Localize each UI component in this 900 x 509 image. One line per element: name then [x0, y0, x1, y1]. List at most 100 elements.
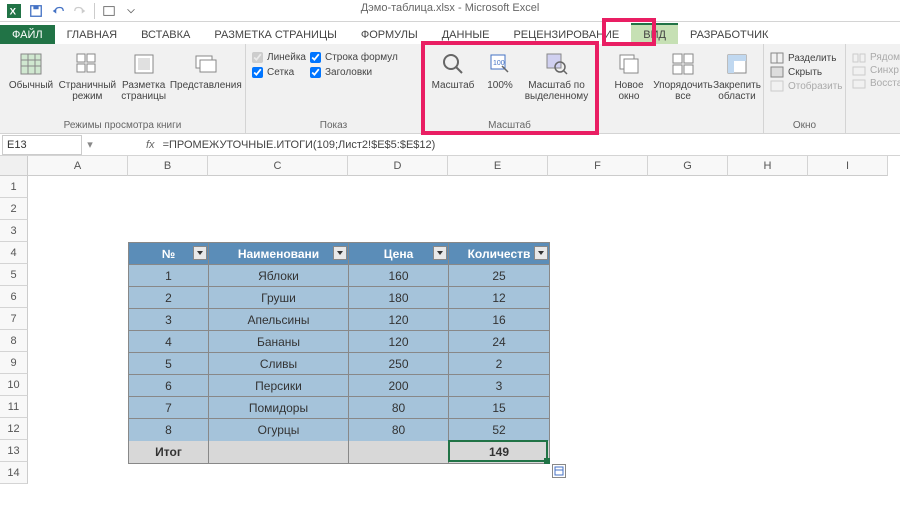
table-cell[interactable]: Огурцы: [209, 419, 349, 441]
table-cell[interactable]: 15: [449, 397, 549, 419]
table-cell[interactable]: 3: [129, 309, 209, 331]
name-dropdown-icon[interactable]: ▾: [82, 138, 98, 151]
grid-checkbox[interactable]: Сетка: [252, 67, 306, 78]
filter-dropdown-icon[interactable]: [193, 246, 207, 260]
arrange-all-button[interactable]: Упорядочить все: [658, 48, 708, 104]
row-header[interactable]: 5: [0, 264, 28, 286]
tab-layout[interactable]: РАЗМЕТКА СТРАНИЦЫ: [202, 25, 348, 44]
table-total-cell[interactable]: [209, 441, 349, 463]
table-cell[interactable]: 80: [349, 419, 449, 441]
page-layout-button[interactable]: Разметка страницы: [119, 48, 169, 104]
table-header[interactable]: Цена: [349, 243, 449, 265]
name-box[interactable]: E13: [2, 135, 82, 155]
row-header[interactable]: 4: [0, 242, 28, 264]
row-header[interactable]: 13: [0, 440, 28, 462]
table-cell[interactable]: Груши: [209, 287, 349, 309]
row-header[interactable]: 10: [0, 374, 28, 396]
zoom-button[interactable]: Масштаб: [428, 48, 478, 93]
save-icon[interactable]: [26, 2, 46, 20]
table-cell[interactable]: Помидоры: [209, 397, 349, 419]
tab-developer[interactable]: РАЗРАБОТЧИК: [678, 25, 780, 44]
formula-input[interactable]: =ПРОМЕЖУТОЧНЫЕ.ИТОГИ(109;Лист2!$E$5:$E$1…: [163, 139, 900, 151]
headers-checkbox[interactable]: Заголовки: [310, 67, 398, 78]
table-cell[interactable]: 6: [129, 375, 209, 397]
qat-dropdown-icon[interactable]: [121, 2, 141, 20]
column-header[interactable]: A: [28, 156, 128, 176]
table-cell[interactable]: 3: [449, 375, 549, 397]
table-cell[interactable]: Бананы: [209, 331, 349, 353]
row-header[interactable]: 14: [0, 462, 28, 484]
select-all-corner[interactable]: [0, 156, 28, 176]
tab-data[interactable]: ДАННЫЕ: [430, 25, 502, 44]
column-header[interactable]: I: [808, 156, 888, 176]
page-break-button[interactable]: Страничный режим: [60, 48, 115, 104]
table-cell[interactable]: 2: [129, 287, 209, 309]
redo-icon[interactable]: [70, 2, 90, 20]
table-header[interactable]: №: [129, 243, 209, 265]
table-cell[interactable]: 12: [449, 287, 549, 309]
formula-bar-checkbox[interactable]: Строка формул: [310, 52, 398, 63]
table-cell[interactable]: 4: [129, 331, 209, 353]
row-header[interactable]: 2: [0, 198, 28, 220]
tab-view[interactable]: ВИД: [631, 23, 678, 44]
table-header[interactable]: Наименовани: [209, 243, 349, 265]
table-cell[interactable]: Персики: [209, 375, 349, 397]
new-window-button[interactable]: Новое окно: [604, 48, 654, 104]
table-cell[interactable]: 7: [129, 397, 209, 419]
tab-home[interactable]: ГЛАВНАЯ: [55, 25, 129, 44]
tab-review[interactable]: РЕЦЕНЗИРОВАНИЕ: [501, 25, 631, 44]
table-cell[interactable]: 24: [449, 331, 549, 353]
table-cell[interactable]: 5: [129, 353, 209, 375]
undo-icon[interactable]: [48, 2, 68, 20]
freeze-panes-button[interactable]: Закрепить области: [712, 48, 762, 104]
zoom-100-button[interactable]: 100100%: [482, 48, 518, 93]
table-cell[interactable]: Апельсины: [209, 309, 349, 331]
column-header[interactable]: F: [548, 156, 648, 176]
table-cell[interactable]: 52: [449, 419, 549, 441]
table-cell[interactable]: 25: [449, 265, 549, 287]
hide-button[interactable]: Скрыть: [770, 66, 843, 78]
table-cell[interactable]: Сливы: [209, 353, 349, 375]
column-header[interactable]: G: [648, 156, 728, 176]
tab-formulas[interactable]: ФОРМУЛЫ: [349, 25, 430, 44]
excel-icon[interactable]: X: [4, 2, 24, 20]
row-header[interactable]: 12: [0, 418, 28, 440]
row-header[interactable]: 11: [0, 396, 28, 418]
table-total-cell[interactable]: [349, 441, 449, 463]
split-button[interactable]: Разделить: [770, 52, 843, 64]
table-cell[interactable]: 2: [449, 353, 549, 375]
smart-tag-icon[interactable]: [552, 464, 566, 478]
table-cell[interactable]: 200: [349, 375, 449, 397]
zoom-selection-button[interactable]: Масштаб по выделенному: [522, 48, 591, 104]
fx-icon[interactable]: fx: [138, 139, 163, 151]
column-header[interactable]: D: [348, 156, 448, 176]
filter-dropdown-icon[interactable]: [433, 246, 447, 260]
column-header[interactable]: B: [128, 156, 208, 176]
row-header[interactable]: 3: [0, 220, 28, 242]
column-header[interactable]: H: [728, 156, 808, 176]
filter-dropdown-icon[interactable]: [333, 246, 347, 260]
row-header[interactable]: 1: [0, 176, 28, 198]
tab-insert[interactable]: ВСТАВКА: [129, 25, 202, 44]
table-cell[interactable]: 120: [349, 309, 449, 331]
table-cell[interactable]: 160: [349, 265, 449, 287]
table-total-cell[interactable]: 149: [449, 441, 549, 463]
table-cell[interactable]: 8: [129, 419, 209, 441]
ruler-checkbox[interactable]: Линейка: [252, 52, 306, 63]
column-header[interactable]: E: [448, 156, 548, 176]
column-header[interactable]: C: [208, 156, 348, 176]
normal-view-button[interactable]: Обычный: [6, 48, 56, 93]
row-header[interactable]: 7: [0, 308, 28, 330]
table-cell[interactable]: 16: [449, 309, 549, 331]
row-header[interactable]: 8: [0, 330, 28, 352]
table-cell[interactable]: Яблоки: [209, 265, 349, 287]
tab-file[interactable]: ФАЙЛ: [0, 25, 55, 44]
custom-views-button[interactable]: Представления: [173, 48, 239, 93]
table-cell[interactable]: 80: [349, 397, 449, 419]
table-cell[interactable]: 250: [349, 353, 449, 375]
table-cell[interactable]: 180: [349, 287, 449, 309]
table-cell[interactable]: 1: [129, 265, 209, 287]
table-cell[interactable]: 120: [349, 331, 449, 353]
row-header[interactable]: 9: [0, 352, 28, 374]
table-header[interactable]: Количеств: [449, 243, 549, 265]
